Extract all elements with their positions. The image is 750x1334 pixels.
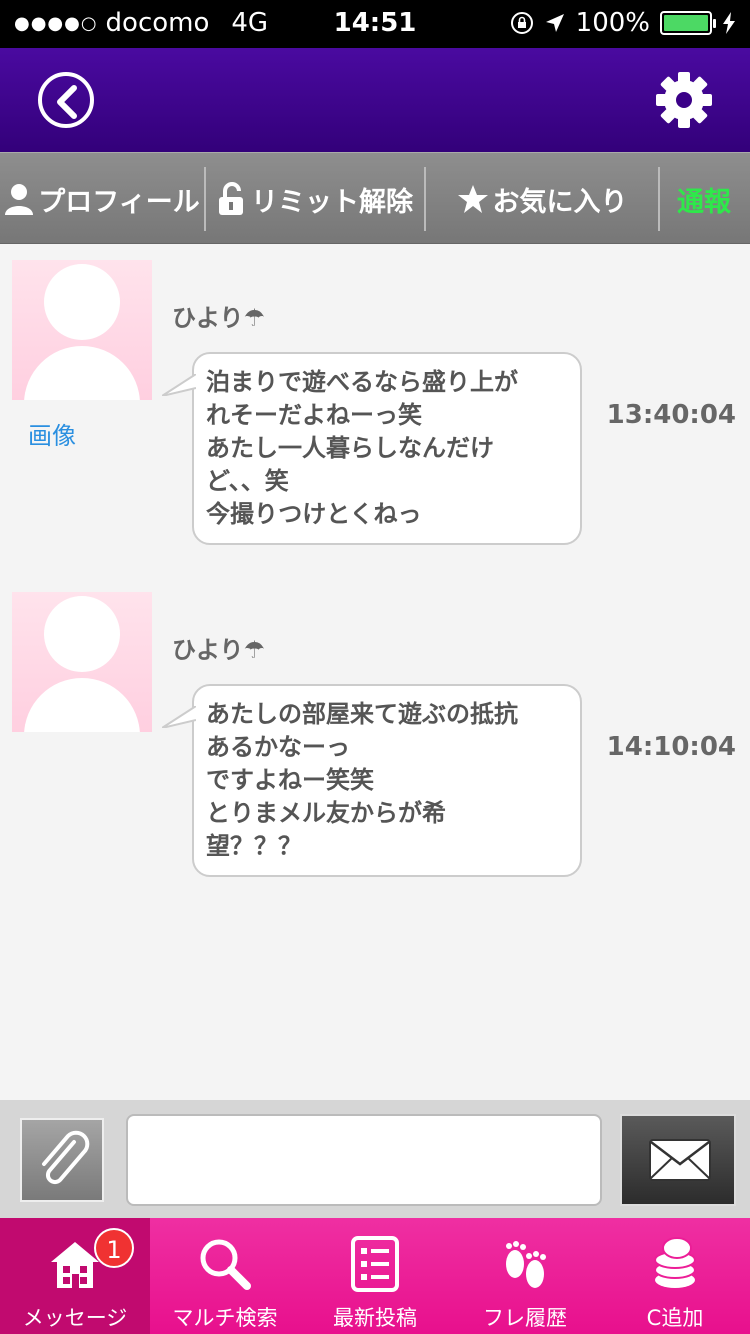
chevron-left-icon — [57, 85, 77, 119]
message-timestamp: 13:40:04 — [606, 400, 736, 430]
message-line: とりまメル友からが希 — [206, 799, 446, 827]
nav-friend-history[interactable]: フレ履歴 — [450, 1218, 600, 1334]
tab-profile-label: プロフィール — [38, 186, 200, 218]
battery-icon — [660, 11, 716, 35]
sender-name: ひより☂ — [172, 636, 266, 664]
sender-avatar[interactable] — [12, 592, 152, 732]
battery-percent: 100% — [575, 8, 650, 38]
tab-limit-release[interactable]: リミット解除 — [206, 153, 424, 245]
tab-favorite-label: お気に入り — [492, 186, 628, 218]
message-line: あたし一人暮らしなんだけ — [206, 434, 494, 462]
tab-favorite[interactable]: お気に入り — [426, 153, 658, 245]
star-icon — [457, 185, 488, 213]
gear-icon — [656, 72, 712, 128]
nav-latest-posts-label: 最新投稿 — [333, 1306, 417, 1330]
coins-icon — [654, 1237, 696, 1288]
message-line: ですよねー笑笑 — [206, 766, 374, 794]
send-button[interactable] — [620, 1114, 736, 1206]
nav-latest-posts[interactable]: 最新投稿 — [300, 1218, 450, 1334]
battery-level — [664, 15, 708, 31]
message-list: 画像 ひより☂ 泊まりで遊べるなら盛り上が れそーだよねーっ笑 あたし一人暮らし… — [0, 244, 750, 1100]
tab-profile[interactable]: プロフィール — [0, 153, 204, 245]
magnifier-icon — [200, 1239, 251, 1290]
image-link[interactable]: 画像 — [28, 416, 76, 451]
message-bubble: 泊まりで遊べるなら盛り上が れそーだよねーっ笑 あたし一人暮らしなんだけ ど、、… — [162, 352, 582, 545]
message-bubble: あたしの部屋来て遊ぶの抵抗 あるかなーっ ですよねー笑笑 とりまメル友からが希 … — [162, 684, 582, 877]
nav-add-credits[interactable]: C追加 — [600, 1218, 750, 1334]
bubble-tail — [162, 374, 196, 396]
back-button[interactable] — [38, 72, 94, 128]
app-header — [0, 48, 750, 152]
nav-messages[interactable]: 1 メッセージ — [0, 1218, 150, 1334]
unread-badge: 1 — [94, 1228, 134, 1268]
message-line: 望？？？ — [206, 832, 302, 860]
nav-multi-search-label: マルチ検索 — [172, 1306, 278, 1330]
nav-messages-label: メッセージ — [22, 1306, 128, 1330]
bubble-tail — [162, 706, 196, 728]
message-line: れそーだよねーっ笑 — [206, 401, 422, 429]
message-line: あるかなーっ — [206, 733, 350, 761]
message-input[interactable] — [126, 1114, 602, 1206]
tab-report[interactable]: 通報 — [660, 153, 748, 245]
sender-avatar[interactable] — [12, 260, 152, 400]
sender-name: ひより☂ — [172, 304, 266, 332]
tab-report-label: 通報 — [677, 186, 731, 218]
message-line: 今撮りつけとくねっ — [206, 500, 422, 528]
list-icon — [351, 1236, 399, 1292]
charging-bolt-icon — [723, 12, 735, 34]
rotation-lock-icon — [510, 12, 533, 34]
nav-add-credits-label: C追加 — [646, 1306, 704, 1330]
message-timestamp: 14:10:04 — [606, 732, 736, 762]
status-bar: ●●●●○ docomo 4G 14:51 100% — [0, 0, 750, 48]
message-line: あたしの部屋来て遊ぶの抵抗 — [206, 700, 518, 728]
profile-tab-bar: プロフィール リミット解除 お気に入り 通報 — [0, 152, 750, 244]
bottom-navigation: 1 メッセージ マルチ検索 最新投稿 フレ履歴 C追加 — [0, 1218, 750, 1334]
nav-friend-history-label: フレ履歴 — [483, 1306, 567, 1330]
attach-button[interactable] — [20, 1118, 104, 1202]
settings-button[interactable] — [654, 70, 714, 130]
location-arrow-icon — [545, 14, 564, 32]
nav-multi-search[interactable]: マルチ検索 — [150, 1218, 300, 1334]
compose-bar — [0, 1100, 750, 1218]
paperclip-icon — [42, 1130, 90, 1185]
tab-limit-release-label: リミット解除 — [251, 186, 413, 218]
message-line: 泊まりで遊べるなら盛り上が — [206, 368, 518, 396]
message-line: ど、、笑 — [206, 467, 289, 495]
envelope-icon — [649, 1139, 711, 1181]
footprints-icon — [506, 1241, 546, 1288]
unlock-icon — [219, 182, 243, 215]
person-icon — [5, 184, 34, 215]
